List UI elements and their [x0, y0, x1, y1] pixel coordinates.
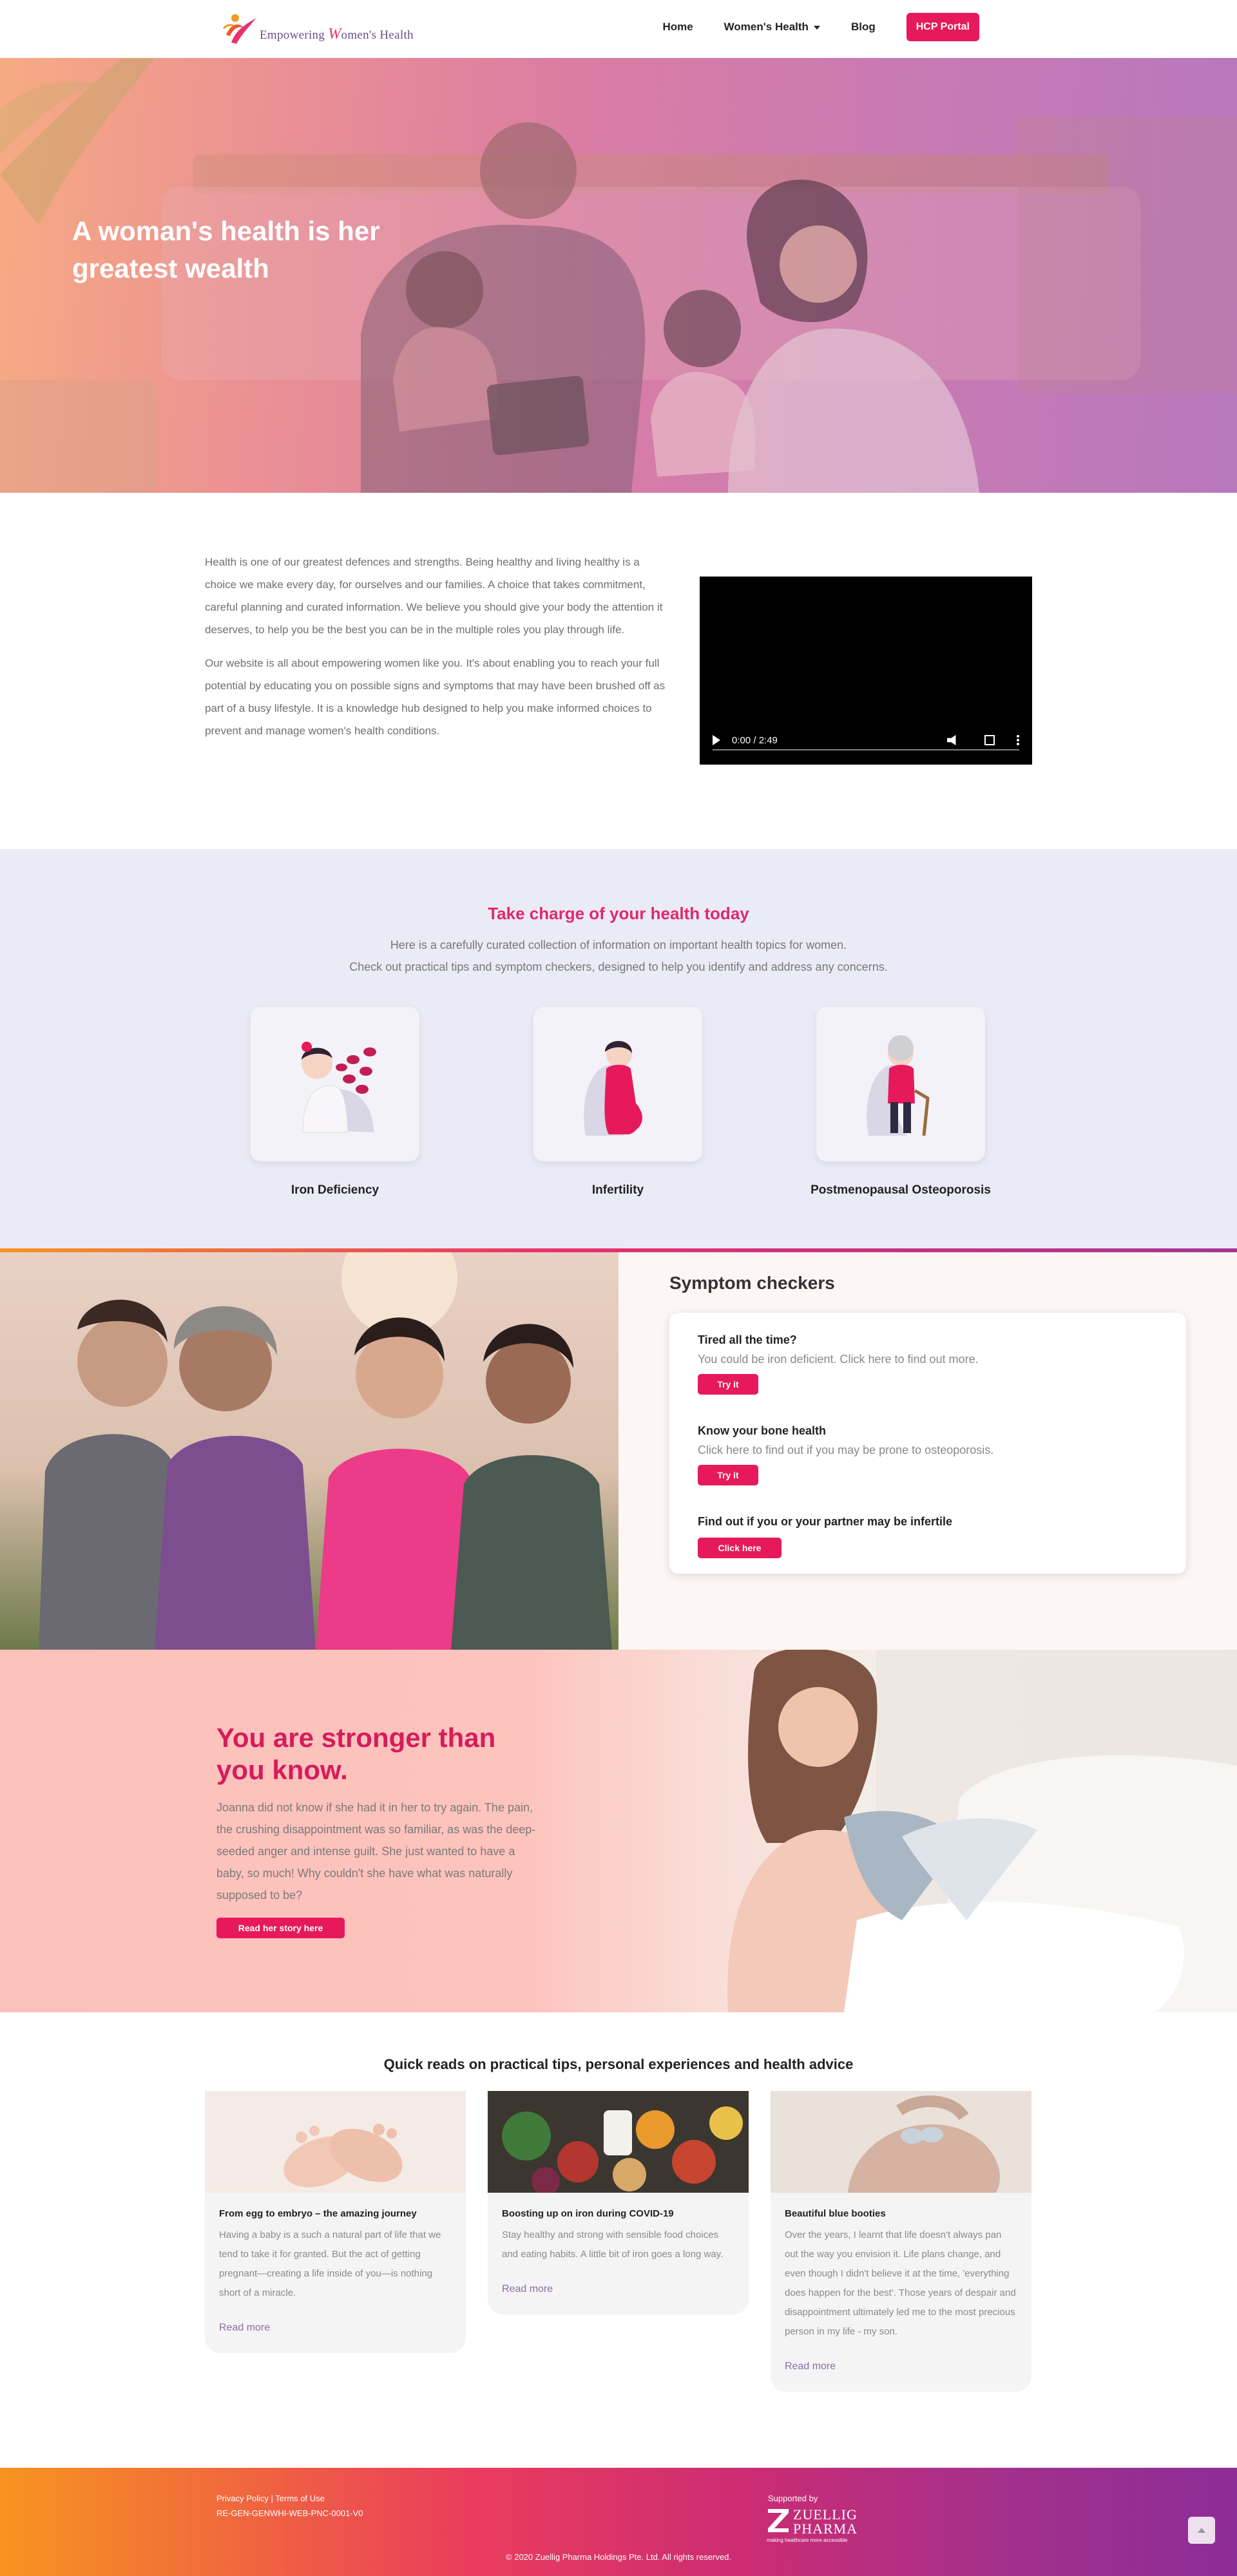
subtitle-line: Here is a carefully curated collection o… [390, 939, 847, 951]
sponsor-name-line: PHARMA [793, 2521, 858, 2537]
symptom-item-bone-health: Know your bone health Click here to find… [698, 1424, 993, 1485]
play-icon[interactable] [713, 735, 720, 745]
logo-wordmark: Empowering Women's Health [260, 26, 414, 43]
site-header: Empowering Women's Health Home Women's H… [0, 0, 1237, 58]
symptom-item-tired: Tired all the time? You could be iron de… [698, 1333, 979, 1395]
infertility-illustration-icon [584, 1041, 642, 1136]
topic-card[interactable] [533, 1007, 702, 1161]
topic-card[interactable] [816, 1007, 985, 1161]
hero-banner: A woman's health is her greatest wealth [0, 58, 1237, 493]
article-excerpt: Having a baby is a such a natural part o… [219, 2229, 441, 2298]
section-title: Take charge of your health today [488, 904, 749, 923]
baby-feet-image [205, 2091, 466, 2193]
osteoporosis-illustration-icon [867, 1035, 930, 1136]
symptom-question: Find out if you or your partner may be i… [698, 1515, 953, 1528]
logo-letter-w: W [328, 26, 341, 43]
hcp-portal-button[interactable]: HCP Portal [906, 13, 979, 41]
site-footer: Privacy Policy | Terms of Use RE-GEN-GEN… [0, 2468, 1237, 2576]
article-title[interactable]: Beautiful blue booties [785, 2208, 1017, 2219]
topic-card[interactable] [251, 1007, 419, 1161]
supported-by-label: Supported by [768, 2494, 818, 2503]
symptom-checkers-card: Tired all the time? You could be iron de… [669, 1313, 1186, 1574]
article-body: Beautiful blue booties Over the years, I… [771, 2193, 1031, 2392]
nav-womens-health-label: Women's Health [724, 21, 809, 33]
quick-reads-section: Quick reads on practical tips, personal … [0, 2012, 1237, 2468]
section-subtitle: Here is a carefully curated collection o… [0, 934, 1237, 978]
intro-section: Health is one of our greatest defences a… [0, 493, 1237, 849]
logo-word-womens-health: omen's Health [341, 28, 414, 42]
topic-infertility[interactable]: Infertility [502, 1007, 734, 1197]
intro-paragraph: Health is one of our greatest defences a… [205, 556, 663, 636]
nav-blog[interactable]: Blog [851, 21, 876, 33]
click-here-button[interactable]: Click here [698, 1538, 782, 1558]
story-excerpt: Joanna did not know if she had it in her… [216, 1801, 536, 1902]
intro-text: Health is one of our greatest defences a… [205, 551, 672, 742]
article-body: Boosting up on iron during COVID-19 Stay… [488, 2193, 749, 2314]
health-topics-section: Take charge of your health today Here is… [0, 849, 1237, 1248]
topic-postmenopausal-osteoporosis[interactable]: Postmenopausal Osteoporosis [785, 1007, 1017, 1197]
healthy-food-image [488, 2091, 749, 2193]
topic-iron-deficiency[interactable]: Iron Deficiency [219, 1007, 451, 1197]
symptom-checkers-title: Symptom checkers [669, 1273, 835, 1293]
subtitle-line: Check out practical tips and symptom che… [349, 960, 888, 973]
woman-reading-photo [727, 1650, 1237, 2012]
article-excerpt: Stay healthy and strong with sensible fo… [502, 2229, 724, 2260]
logo-word-empowering: Empowering [260, 28, 325, 42]
chevron-up-icon [1198, 2528, 1205, 2533]
symptom-description: Click here to find out if you may be pro… [698, 1444, 994, 1456]
read-more-link[interactable]: Read more [502, 2284, 734, 2295]
fullscreen-icon[interactable] [984, 735, 995, 745]
sponsor-tagline: making healthcare more accessible [767, 2537, 848, 2543]
copyright-text: © 2020 Zuellig Pharma Holdings Pte. Ltd.… [506, 2552, 731, 2562]
intro-paragraph: Our website is all about empowering wome… [205, 657, 666, 737]
chevron-down-icon [813, 25, 820, 30]
story-banner: You are stronger than you know. Joanna d… [0, 1650, 1237, 2012]
article-card[interactable]: Boosting up on iron during COVID-19 Stay… [488, 2091, 749, 2314]
try-it-button[interactable]: Try it [698, 1374, 758, 1395]
hero-title: A woman's health is her greatest wealth [72, 216, 380, 283]
topic-label[interactable]: Infertility [502, 1183, 734, 1197]
main-nav: Home Women's Health Blog HCP Portal [662, 13, 979, 41]
symptom-description: You could be iron deficient. Click here … [698, 1353, 979, 1366]
footer-reference-code: RE-GEN-GENWHI-WEB-PNC-0001-V0 [216, 2508, 363, 2518]
video-controls: 0:00 / 2:49 [700, 730, 1032, 750]
article-card[interactable]: Beautiful blue booties Over the years, I… [771, 2091, 1031, 2392]
read-her-story-button[interactable]: Read her story here [216, 1918, 345, 1938]
quick-reads-title: Quick reads on practical tips, personal … [383, 2056, 854, 2072]
women-friends-photo [0, 1252, 618, 1650]
site-logo[interactable]: Empowering Women's Health [222, 9, 445, 49]
symptom-question: Tired all the time? [698, 1333, 797, 1346]
nav-womens-health[interactable]: Women's Health [724, 21, 820, 33]
article-body: From egg to embryo – the amazing journey… [205, 2193, 466, 2353]
footer-links[interactable]: Privacy Policy | Terms of Use [216, 2494, 325, 2503]
symptom-question: Know your bone health [698, 1424, 827, 1437]
iron-deficiency-illustration-icon [302, 1042, 376, 1133]
try-it-button[interactable]: Try it [698, 1465, 758, 1485]
zuellig-pharma-mark-icon [768, 2509, 789, 2532]
more-options-icon[interactable] [1017, 734, 1019, 746]
nav-home[interactable]: Home [662, 21, 693, 33]
article-card[interactable]: From egg to embryo – the amazing journey… [205, 2091, 466, 2353]
back-to-top-button[interactable] [1188, 2517, 1215, 2544]
logo-figure-icon [222, 14, 256, 44]
topic-label[interactable]: Postmenopausal Osteoporosis [785, 1183, 1017, 1197]
topic-label[interactable]: Iron Deficiency [219, 1183, 451, 1197]
volume-icon[interactable] [947, 735, 956, 745]
read-more-link[interactable]: Read more [219, 2322, 452, 2334]
article-title[interactable]: From egg to embryo – the amazing journey [219, 2208, 452, 2219]
article-excerpt: Over the years, I learnt that life doesn… [785, 2229, 1016, 2337]
zuellig-pharma-logo[interactable]: ZUELLIG PHARMA making healthcare more acc… [767, 2506, 857, 2544]
article-title[interactable]: Boosting up on iron during COVID-19 [502, 2208, 734, 2219]
read-more-link[interactable]: Read more [785, 2361, 1017, 2372]
symptom-item-infertility: Find out if you or your partner may be i… [698, 1515, 952, 1558]
symptom-checkers-section: Symptom checkers Tired all the time? You… [0, 1248, 1237, 1650]
video-player[interactable]: 0:00 / 2:49 [700, 577, 1032, 765]
sponsor-name-line: ZUELLIG [793, 2506, 858, 2523]
baby-booties-image [771, 2091, 1031, 2193]
sponsor-name: ZUELLIG PHARMA [793, 2508, 858, 2536]
video-time: 0:00 / 2:49 [732, 734, 778, 746]
story-title: You are stronger than you know. [216, 1722, 496, 1785]
women-friends-image [0, 1252, 618, 1650]
